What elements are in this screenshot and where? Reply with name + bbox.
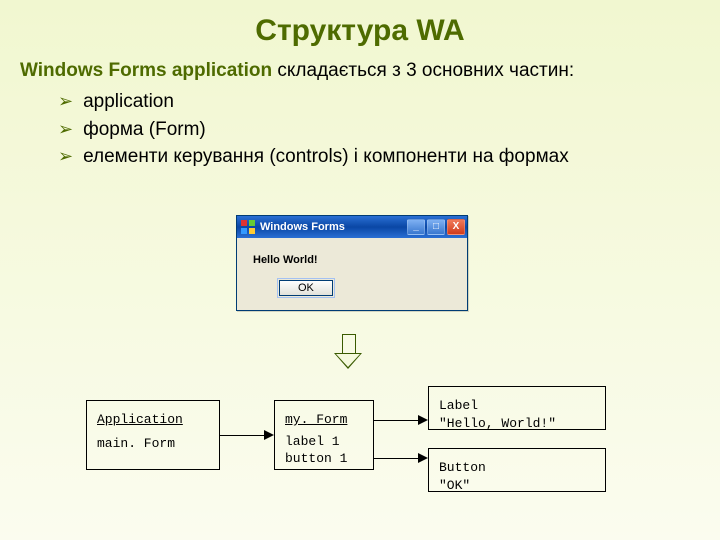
sample-window: Windows Forms _ □ X Hello World! OK [236, 215, 468, 311]
down-arrow-icon [334, 334, 362, 368]
box-application-title: Application [97, 411, 209, 429]
box-button-title: Button [439, 459, 595, 477]
box-button: Button "OK" [428, 448, 606, 492]
slide: Структура WA Windows Forms application с… [0, 0, 720, 540]
connector-line-icon [374, 458, 418, 459]
window-control-buttons: _ □ X [407, 219, 465, 235]
box-label-title: Label [439, 397, 595, 415]
intro-rest: складається з 3 основних частин: [272, 60, 574, 81]
connector-arrow-icon [264, 430, 274, 440]
box-form-line3: button 1 [285, 450, 363, 468]
connector-line-icon [374, 420, 418, 421]
window-body: Hello World! OK [237, 238, 467, 310]
box-form: my. Form label 1 button 1 [274, 400, 374, 470]
slide-title: Структура WA [0, 0, 720, 48]
box-application-value: main. Form [97, 435, 209, 453]
bullet-text: application [83, 88, 174, 116]
window-title: Windows Forms [260, 221, 407, 233]
box-label-value: "Hello, World!" [439, 415, 595, 433]
minimize-button[interactable]: _ [407, 219, 425, 235]
box-button-value: "OK" [439, 477, 595, 495]
bullet-item: ➢ форма (Form) [58, 116, 720, 144]
bullet-item: ➢ елементи керування (controls) і компон… [58, 143, 720, 171]
window-titlebar: Windows Forms _ □ X [237, 216, 467, 238]
bullet-list: ➢ application ➢ форма (Form) ➢ елементи … [58, 88, 720, 171]
box-form-line2: label 1 [285, 433, 363, 451]
bullet-arrow-icon: ➢ [58, 116, 73, 142]
maximize-button[interactable]: □ [427, 219, 445, 235]
box-form-title: my. Form [285, 411, 363, 429]
app-icon [241, 220, 255, 234]
connector-arrow-icon [418, 415, 428, 425]
connector-arrow-icon [418, 453, 428, 463]
close-button[interactable]: X [447, 219, 465, 235]
box-application: Application main. Form [86, 400, 220, 470]
hello-label: Hello World! [253, 254, 455, 266]
intro-bold: Windows Forms application [20, 60, 272, 81]
connector-line-icon [220, 435, 264, 436]
box-label: Label "Hello, World!" [428, 386, 606, 430]
ok-button[interactable]: OK [279, 280, 333, 296]
bullet-text: елементи керування (controls) і компонен… [83, 143, 569, 171]
bullet-item: ➢ application [58, 88, 720, 116]
bullet-arrow-icon: ➢ [58, 143, 73, 169]
bullet-text: форма (Form) [83, 116, 206, 144]
intro-line: Windows Forms application складається з … [20, 60, 720, 82]
bullet-arrow-icon: ➢ [58, 88, 73, 114]
